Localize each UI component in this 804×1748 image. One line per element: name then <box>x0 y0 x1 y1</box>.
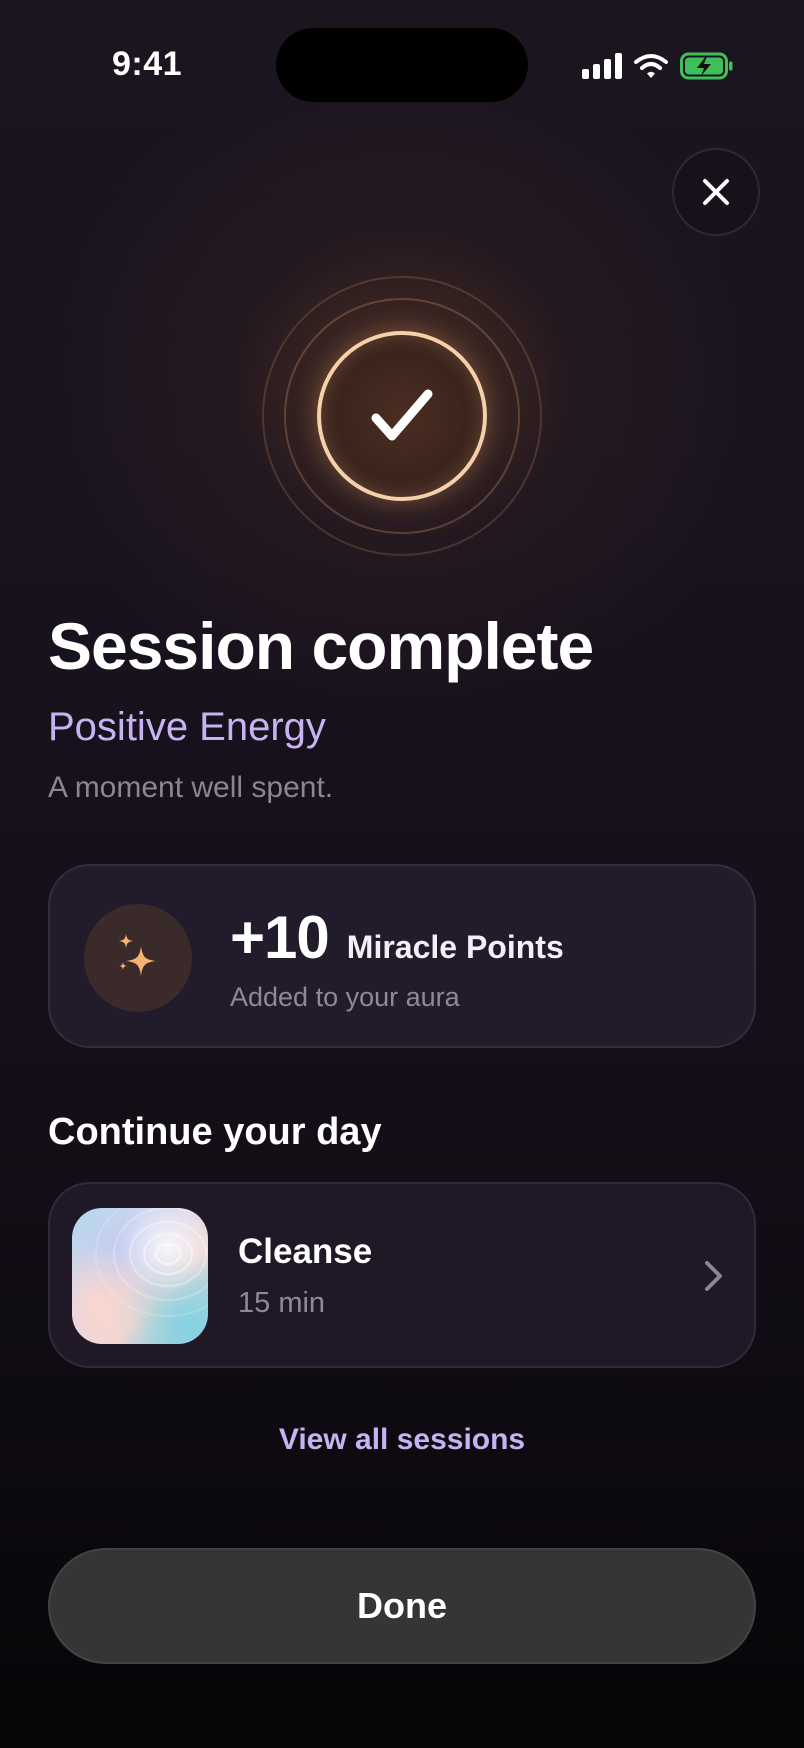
battery-charging-icon <box>680 52 734 80</box>
points-card: +10 Miracle Points Added to your aura <box>48 864 756 1048</box>
success-graphic <box>262 276 542 556</box>
view-all-sessions-link[interactable]: View all sessions <box>0 1420 804 1460</box>
points-caption: Added to your aura <box>230 982 460 1012</box>
sparkles-icon <box>119 934 156 976</box>
checkmark-icon <box>371 389 433 441</box>
sparkle-badge <box>84 904 192 1012</box>
session-complete-screen: 9:41 Session complete Positive Energy A … <box>0 0 804 1748</box>
water-ripple-thumbnail <box>72 1208 208 1344</box>
page-title: Session complete <box>48 609 594 683</box>
session-card-title: Cleanse <box>238 1232 373 1271</box>
success-badge <box>317 331 487 501</box>
session-card-duration: 15 min <box>238 1287 326 1319</box>
points-unit: Miracle Points <box>346 929 564 965</box>
session-note: A moment well spent. <box>48 771 334 804</box>
points-row: +10 Miracle Points <box>230 906 564 970</box>
signal-icon <box>582 53 622 79</box>
chevron-right-icon <box>705 1261 722 1291</box>
session-name: Positive Energy <box>48 705 326 749</box>
status-time: 9:41 <box>112 45 183 83</box>
points-value: +10 <box>230 904 330 971</box>
status-icons <box>582 50 734 82</box>
wifi-icon <box>634 53 668 79</box>
close-icon <box>703 179 729 205</box>
dynamic-island <box>276 28 528 102</box>
session-card-cleanse[interactable]: Cleanse 15 min <box>48 1182 756 1368</box>
close-button[interactable] <box>672 148 760 236</box>
done-button[interactable]: Done <box>48 1548 756 1664</box>
continue-section-title: Continue your day <box>48 1111 382 1153</box>
